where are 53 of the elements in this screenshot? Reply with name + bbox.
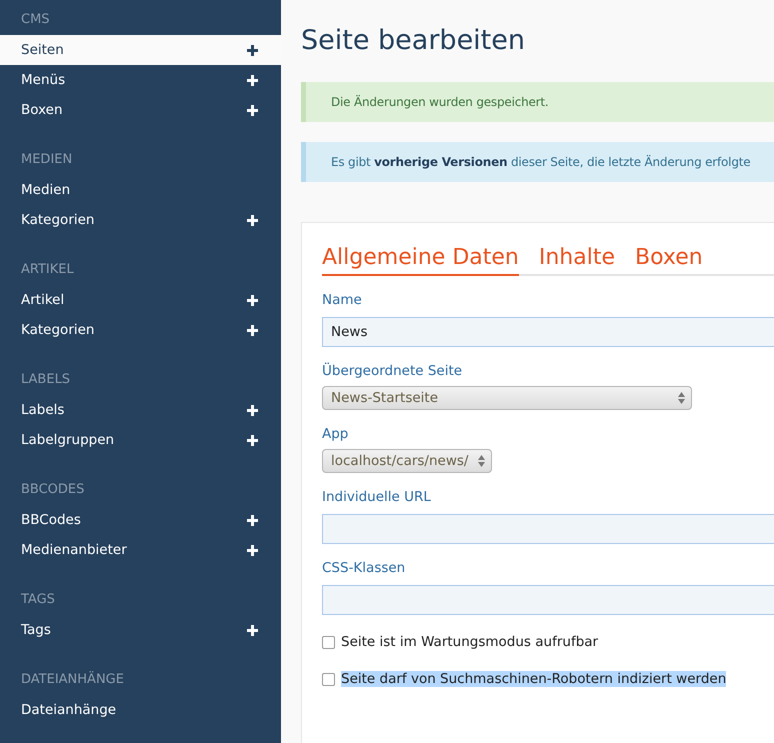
alert-message: Die Änderungen wurden gespeichert. <box>301 82 774 122</box>
sidebar-item[interactable]: Labels <box>0 395 281 425</box>
sidebar-item[interactable]: Medienanbieter <box>0 535 281 565</box>
alert-message: Es gibt vorherige Versionen dieser Seite, die letzte Änderung erfolgte <box>301 142 774 182</box>
plus-icon[interactable] <box>247 404 258 416</box>
input-field[interactable]: News <box>322 317 774 347</box>
field-label: Name <box>322 291 363 310</box>
plus-icon[interactable] <box>247 294 258 306</box>
sidebar-item[interactable]: Tags <box>0 615 281 645</box>
checkbox[interactable] <box>322 636 335 648</box>
field-label: CSS-Klassen <box>322 559 406 578</box>
sidebar-item[interactable]: Medien <box>0 175 281 205</box>
input-field[interactable] <box>322 514 774 544</box>
sidebar-item[interactable]: Kategorien <box>0 205 281 235</box>
field-label: App <box>322 425 350 444</box>
sidebar-item[interactable]: Kategorien <box>0 315 281 345</box>
tab[interactable]: Boxen <box>635 245 703 276</box>
sidebar-item[interactable]: Dateianhänge <box>0 695 281 725</box>
plus-icon[interactable] <box>247 434 258 446</box>
checkbox-label: Seite darf von Suchmaschinen-Robotern indiziert werden <box>341 671 726 687</box>
tab[interactable]: Allgemeine Daten <box>322 245 519 276</box>
field-label: Übergeordnete Seite <box>322 362 464 381</box>
section-heading: BBCODES <box>20 481 86 499</box>
plus-icon[interactable] <box>247 514 258 526</box>
plus-icon[interactable] <box>247 544 258 556</box>
tab[interactable]: Inhalte <box>538 245 615 276</box>
plus-icon[interactable] <box>247 214 258 226</box>
select-dropdown[interactable]: News-Startseite <box>322 386 692 410</box>
input-field[interactable] <box>322 585 774 615</box>
sidebar-item[interactable]: Seiten <box>0 35 281 65</box>
section-heading: LABELS <box>20 371 72 389</box>
plus-icon[interactable] <box>247 624 258 636</box>
updown-arrows-icon <box>478 455 486 467</box>
select-dropdown[interactable]: localhost/cars/news/ <box>322 449 492 473</box>
sidebar-item[interactable]: Artikel <box>0 285 281 315</box>
section-heading: ARTIKEL <box>20 261 75 279</box>
plus-icon[interactable] <box>247 44 258 56</box>
plus-icon[interactable] <box>247 324 258 336</box>
checkbox-label: Seite ist im Wartungsmodus aufrufbar <box>341 634 598 650</box>
sidebar-item[interactable]: BBCodes <box>0 505 281 535</box>
page-title: Seite bearbeiten <box>301 24 526 58</box>
sidebar-item[interactable]: Menüs <box>0 65 281 95</box>
sidebar-item[interactable]: Labelgruppen <box>0 425 281 455</box>
sidebar-item[interactable]: Boxen <box>0 95 281 125</box>
plus-icon[interactable] <box>247 74 258 86</box>
field-label: Individuelle URL <box>322 488 432 507</box>
section-heading: CMS <box>20 11 51 29</box>
plus-icon[interactable] <box>247 104 258 116</box>
updown-arrows-icon <box>678 392 685 404</box>
section-heading: MEDIEN <box>20 151 74 169</box>
section-heading: DATEIANHÄNGE <box>20 670 125 689</box>
section-heading: TAGS <box>20 591 56 609</box>
checkbox[interactable] <box>322 672 335 686</box>
